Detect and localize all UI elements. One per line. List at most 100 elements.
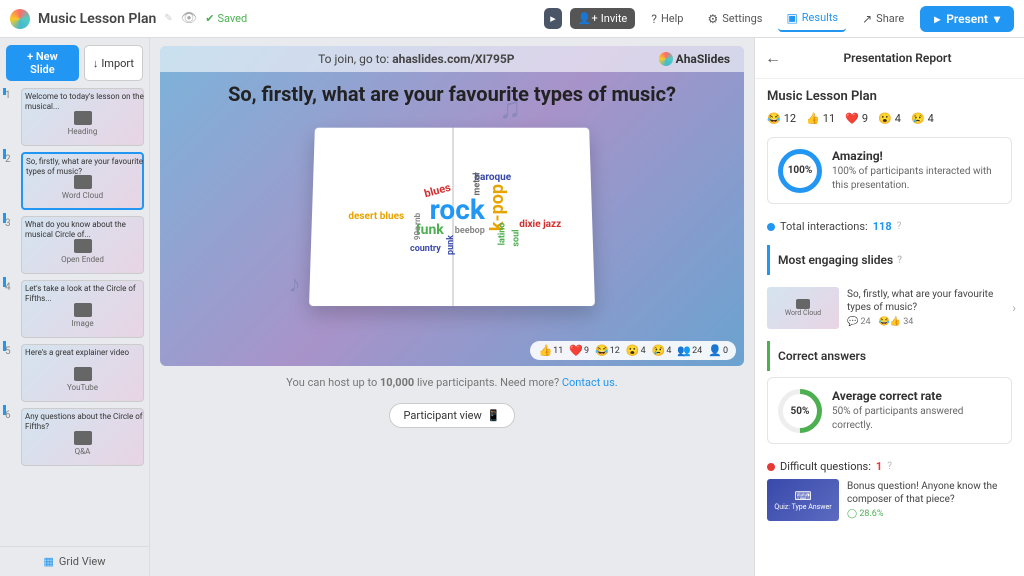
total-number: 118 xyxy=(873,220,892,233)
slide-type-icon xyxy=(74,303,92,317)
host-note: You can host up to 10,000 live participa… xyxy=(160,366,744,399)
host-note-count: 10,000 xyxy=(380,376,414,389)
settings-button[interactable]: ⚙Settings xyxy=(700,7,771,31)
help-icon[interactable]: ? xyxy=(897,255,902,266)
slide-thumbnail[interactable]: 4Let's take a look at the Circle of Fift… xyxy=(5,280,144,338)
engaging-title: So, firstly, what are your favourite typ… xyxy=(847,289,993,313)
contact-link[interactable]: Contact us. xyxy=(562,376,618,389)
slide-type-icon xyxy=(74,431,92,445)
slide-type-label: Heading xyxy=(68,127,98,136)
back-button[interactable]: ← xyxy=(765,48,781,68)
canvas-reactions: 👍11❤️9😂12😮4😢4👥24👤0 xyxy=(530,341,736,360)
app-logo-icon xyxy=(10,9,30,29)
slide-thumbnail[interactable]: 6 Any questions about the Circle of Fifth… xyxy=(5,408,144,466)
participant-view-button[interactable]: Participant view 📱 xyxy=(389,403,516,428)
slide-thumbnail[interactable]: 3What do you know about the musical Circ… xyxy=(5,216,144,274)
join-prefix: To join, go to: xyxy=(318,52,392,66)
grid-view-label: Grid View xyxy=(59,555,106,568)
dot-icon xyxy=(767,223,775,231)
diff-title: Bonus question! Anyone know the composer… xyxy=(847,481,997,505)
correct-label: Correct answers xyxy=(778,349,866,363)
reaction-count: 👤0 xyxy=(708,344,728,357)
slide-thumbnail[interactable]: 1Welcome to today's lesson on the musica… xyxy=(5,88,144,146)
slide-question: So, firstly, what are your favourite typ… xyxy=(160,72,744,116)
correct-header: Correct answers xyxy=(767,341,1012,371)
slide-type-icon xyxy=(74,239,92,253)
present-button[interactable]: ▸ Present ▾ xyxy=(920,6,1014,32)
amazing-text: 100% of participants interacted with thi… xyxy=(832,166,992,191)
keyboard-icon: ⌨ xyxy=(794,489,811,503)
share-icon: ↗ xyxy=(862,12,872,26)
help-icon[interactable]: ? xyxy=(887,461,892,472)
difficult-question-card[interactable]: ⌨Quiz: Type Answer Bonus question! Anyon… xyxy=(767,479,1012,521)
slide-number: 2 xyxy=(5,152,17,210)
settings-label: Settings xyxy=(722,12,762,25)
correct-donut: 50% xyxy=(769,379,831,441)
avg-text: 50% of participants answered correctly. xyxy=(832,406,963,431)
music-note-icon: ♪ xyxy=(288,270,300,299)
edit-title-icon[interactable]: ✎ xyxy=(164,13,172,24)
brand-name: AhaSlides xyxy=(676,52,730,66)
new-slide-button[interactable]: + New Slide xyxy=(6,45,79,81)
slide-type-label: Q&A xyxy=(75,447,91,456)
gear-icon: ⚙ xyxy=(708,12,719,26)
help-icon[interactable]: ? xyxy=(897,221,902,232)
slide-number: 1 xyxy=(5,88,17,146)
saved-status: ✔ Saved xyxy=(205,12,247,25)
donut-100-label: 100% xyxy=(788,165,813,176)
visibility-icon[interactable]: 👁 xyxy=(181,11,198,26)
host-note-post: live participants. Need more? xyxy=(414,376,562,389)
invite-button[interactable]: 👤+ Invite xyxy=(570,8,635,29)
total-interactions: Total interactions: 118 ? xyxy=(767,214,1012,239)
reaction-count: ❤️9 xyxy=(845,112,868,125)
brand-logo-icon xyxy=(659,52,673,66)
engaging-type: Word Cloud xyxy=(785,309,821,317)
slide-thumbnail[interactable]: 2So, firstly, what are your favourite ty… xyxy=(5,152,144,210)
avg-heading: Average correct rate xyxy=(832,389,942,403)
book-graphic: rock k-pop funk blues baroque metal beeb… xyxy=(312,125,592,305)
dot-icon xyxy=(767,463,775,471)
help-button[interactable]: ?Help xyxy=(643,7,691,31)
presentation-title[interactable]: Music Lesson Plan xyxy=(38,11,156,27)
results-icon: ▣ xyxy=(786,11,797,25)
reaction-count: 👥24 xyxy=(677,344,702,357)
slide-thumbnail[interactable]: 5Here's a great explainer videoYouTube xyxy=(5,344,144,402)
slide-type-icon xyxy=(74,367,92,381)
word-beebop: beebop xyxy=(455,226,485,236)
results-tab[interactable]: ▣Results xyxy=(778,6,846,32)
word-rnb: 90s rnb xyxy=(413,213,422,240)
cloud-icon xyxy=(796,299,810,309)
phone-icon: 📱 xyxy=(487,409,501,422)
diff-thumb: ⌨Quiz: Type Answer xyxy=(767,479,839,521)
present-label: Present xyxy=(946,12,988,26)
engaging-header: Most engaging slides ? xyxy=(767,245,1012,275)
join-bar: To join, go to: ahaslides.com/XI795P Aha… xyxy=(160,46,744,72)
preview-play-icon[interactable]: ▸ xyxy=(544,8,562,29)
import-button[interactable]: ↓ Import xyxy=(84,45,143,81)
slide-type-label: YouTube xyxy=(67,383,98,392)
grid-view-button[interactable]: ▦ Grid View xyxy=(0,546,149,576)
engaging-slide-card[interactable]: Word Cloud So, firstly, what are your fa… xyxy=(767,281,1012,335)
donut-50-label: 50% xyxy=(791,405,810,416)
correct-rate-card: 50% Average correct rate 50% of participa… xyxy=(767,377,1012,444)
word-dixie: dixie jazz xyxy=(519,219,561,230)
invite-label: Invite xyxy=(601,12,628,25)
report-plan-name: Music Lesson Plan xyxy=(767,89,1012,104)
slide-number: 4 xyxy=(5,280,17,338)
share-button[interactable]: ↗Share xyxy=(854,7,912,31)
saved-label: Saved xyxy=(217,12,247,25)
slide-title-text: Any questions about the Circle of Fifths… xyxy=(25,412,146,431)
reaction-count: 👍11 xyxy=(806,112,835,125)
diff-label: Difficult questions: xyxy=(780,460,871,473)
join-link[interactable]: ahaslides.com/XI795P xyxy=(392,52,514,66)
diff-type: Quiz: Type Answer xyxy=(774,503,831,511)
slide-number: 6 xyxy=(5,408,17,466)
interaction-donut: 100% xyxy=(778,149,822,193)
reaction-count: 😢4 xyxy=(911,112,934,125)
comment-stat: 💬 24 xyxy=(847,317,871,329)
canvas-area: To join, go to: ahaslides.com/XI795P Aha… xyxy=(150,38,754,576)
chevron-right-icon: › xyxy=(1012,301,1016,315)
slide-type-label: Word Cloud xyxy=(62,191,103,200)
reaction-count: 😮4 xyxy=(878,112,901,125)
engaging-label: Most engaging slides xyxy=(778,253,893,267)
